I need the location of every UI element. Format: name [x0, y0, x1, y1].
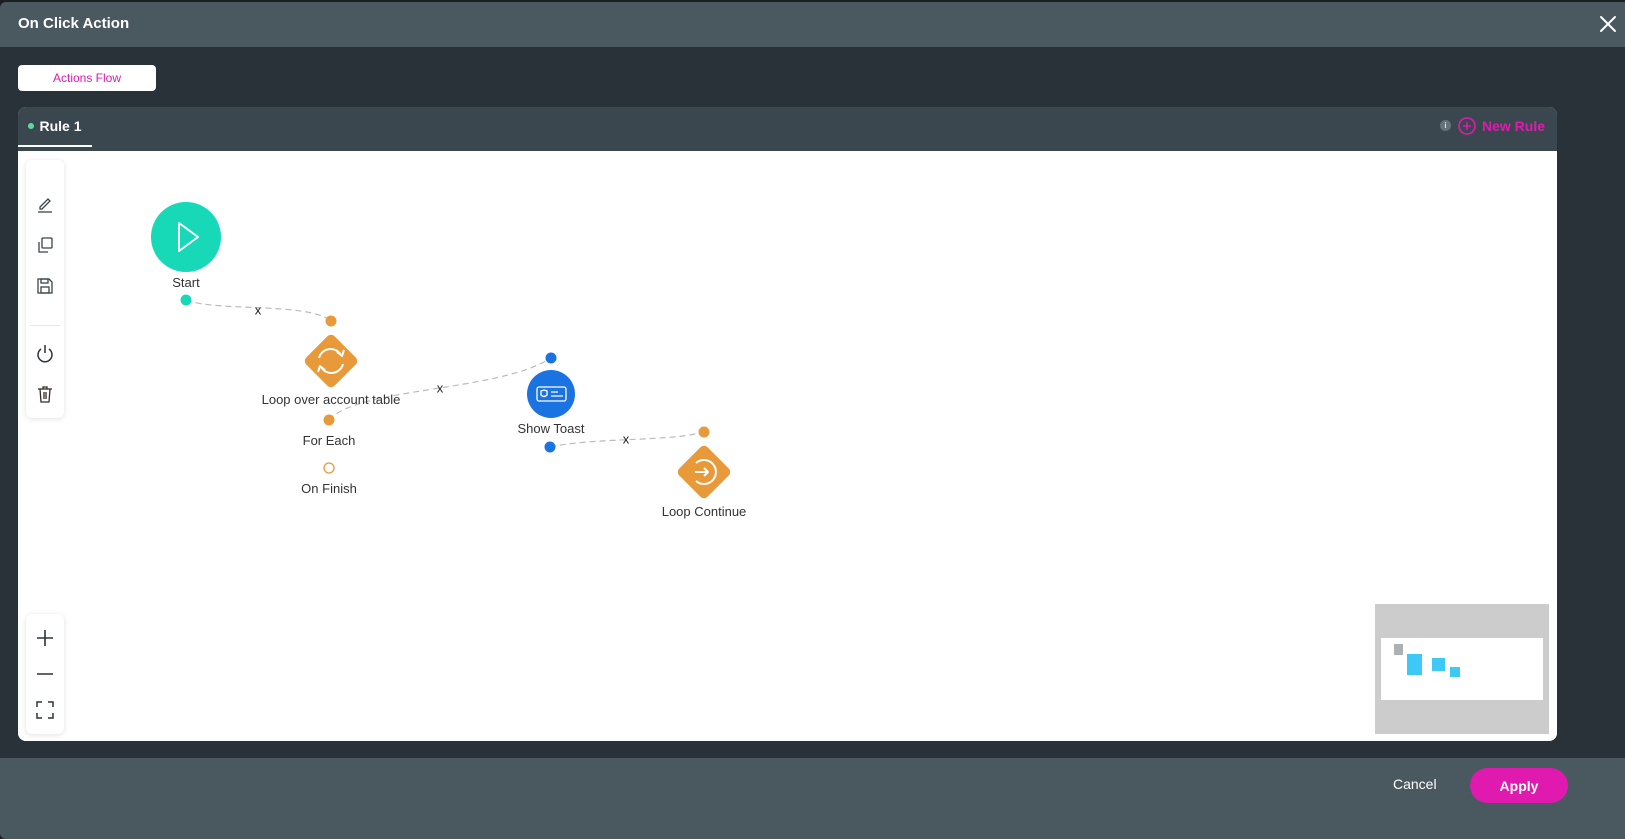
new-rule-button[interactable]: New Rule	[1458, 117, 1545, 135]
node-label-loop: Loop over account table	[261, 392, 401, 407]
zoom-in-icon[interactable]	[35, 628, 55, 648]
port-toast-out	[544, 441, 556, 453]
rules-header: Rule 1 i New Rule	[18, 107, 1557, 151]
apply-button[interactable]: Apply	[1470, 768, 1568, 803]
canvas-toolbar	[26, 160, 64, 418]
remove-connection-loop-toast[interactable]: x	[437, 381, 444, 396]
node-label-toast: Show Toast	[517, 421, 585, 436]
power-icon[interactable]	[35, 343, 55, 363]
trash-icon[interactable]	[35, 384, 55, 404]
port-loop-in	[325, 315, 337, 327]
port-label-on-finish: On Finish	[301, 481, 357, 496]
port-on-finish	[323, 462, 335, 474]
fit-view-icon[interactable]	[35, 700, 55, 720]
rules-panel: Rule 1 i New Rule x x x Start Loop over …	[18, 107, 1557, 741]
rule-tab-label: Rule 1	[39, 118, 82, 134]
minimap[interactable]	[1375, 604, 1549, 734]
save-icon[interactable]	[35, 276, 55, 296]
zoom-controls	[26, 614, 64, 734]
port-for-each	[323, 414, 335, 426]
remove-connection-start-loop[interactable]: x	[255, 303, 262, 318]
minimap-node-continue	[1450, 667, 1460, 677]
flow-connections	[151, 202, 733, 501]
port-continue-in	[698, 426, 710, 438]
flow-canvas[interactable]: x x x Start Loop over account table For …	[18, 152, 1557, 741]
minimap-node-start	[1394, 644, 1403, 655]
rule-status-dot	[28, 123, 35, 129]
dialog-titlebar: On Click Action	[0, 2, 1625, 47]
node-label-continue: Loop Continue	[661, 504, 747, 519]
copy-icon[interactable]	[35, 235, 55, 255]
node-show-toast[interactable]	[527, 370, 575, 418]
info-icon[interactable]: i	[1440, 120, 1451, 131]
node-label-start: Start	[172, 275, 200, 290]
toolbar-divider	[30, 325, 60, 326]
port-start-out	[180, 294, 192, 306]
dialog-footer: Cancel Apply	[0, 758, 1625, 839]
minimap-node-loop	[1407, 654, 1422, 675]
tab-actions-flow[interactable]: Actions Flow	[18, 65, 156, 91]
minimap-node-toast	[1432, 658, 1445, 671]
close-icon[interactable]	[1597, 13, 1619, 35]
tab-rule-1[interactable]: Rule 1	[18, 107, 92, 147]
new-rule-label: New Rule	[1481, 118, 1545, 134]
remove-connection-toast-continue[interactable]: x	[623, 432, 630, 447]
node-loop-continue[interactable]	[676, 444, 733, 501]
port-label-for-each: For Each	[302, 433, 356, 448]
plus-circle-icon	[1458, 117, 1476, 135]
on-click-action-dialog: On Click Action Actions Flow Rule 1 i Ne…	[0, 2, 1625, 839]
minimap-viewport[interactable]	[1381, 638, 1543, 700]
edit-icon[interactable]	[35, 194, 55, 214]
node-loop[interactable]	[303, 333, 360, 390]
zoom-out-icon[interactable]	[35, 664, 55, 684]
port-toast-in	[545, 352, 557, 364]
node-start[interactable]	[151, 202, 221, 272]
dialog-title: On Click Action	[18, 15, 130, 32]
cancel-button[interactable]: Cancel	[1393, 776, 1437, 792]
